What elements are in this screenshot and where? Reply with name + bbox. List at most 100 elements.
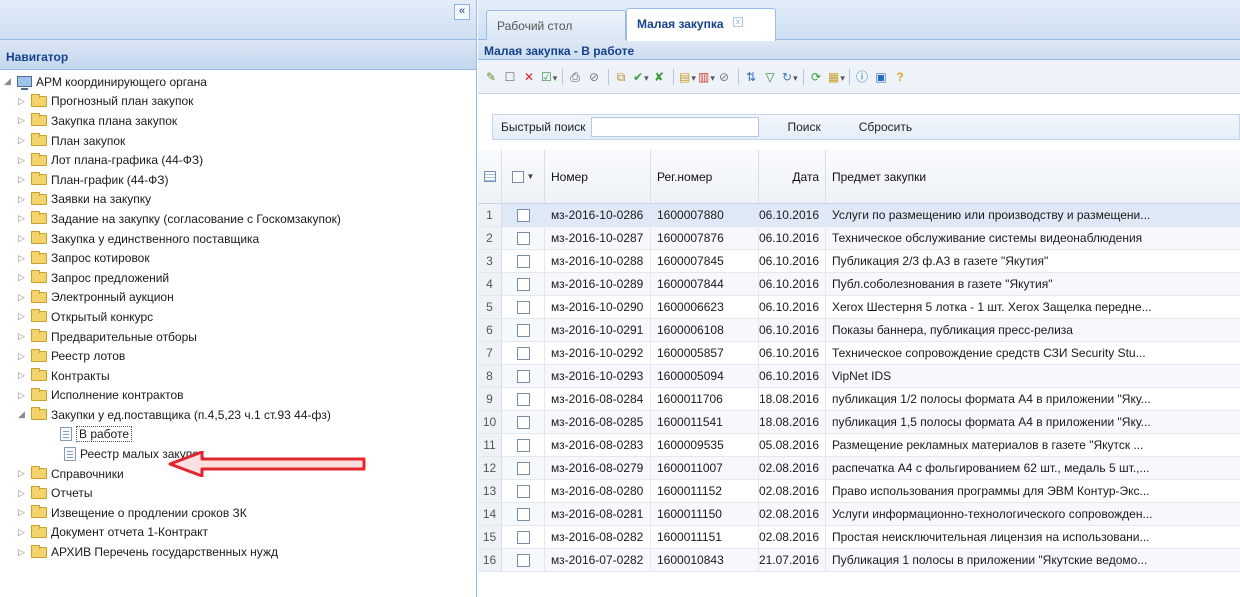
- table-row[interactable]: 10 мз-2016-08-0285 1600011541 18.08.2016 пуб…: [478, 411, 1240, 434]
- row-checkbox[interactable]: [516, 208, 530, 222]
- quick-search-input[interactable]: [591, 117, 760, 137]
- table-row[interactable]: 15 мз-2016-08-0282 1600011151 02.08.2016 Про…: [478, 526, 1240, 549]
- tree-item[interactable]: ▷ Исполнение контрактов: [0, 386, 476, 406]
- filter-icon[interactable]: ▽: [763, 70, 777, 84]
- row-checkbox-cell[interactable]: [502, 204, 545, 226]
- edit-icon[interactable]: ✎: [484, 70, 498, 84]
- row-checkbox[interactable]: [516, 415, 530, 429]
- collapse-navigator-button[interactable]: «: [454, 4, 470, 20]
- uncheck-icon[interactable]: ✘: [652, 70, 666, 84]
- row-checkbox[interactable]: [516, 438, 530, 452]
- collapsed-arrow-icon[interactable]: ▷: [18, 468, 28, 479]
- tree-item[interactable]: ▷ Контракты: [0, 366, 476, 386]
- document-export-icon[interactable]: ▤: [679, 70, 693, 84]
- row-checkbox-cell[interactable]: [502, 411, 545, 433]
- row-checkbox[interactable]: [516, 346, 530, 360]
- column-header-subject[interactable]: Предмет закупки: [826, 150, 1240, 203]
- attach-file-icon[interactable]: ⊘: [717, 70, 731, 84]
- table-row[interactable]: 5 мз-2016-10-0290 1600006623 06.10.2016 Xero…: [478, 296, 1240, 319]
- sort-icon[interactable]: ⇅: [744, 70, 758, 84]
- collapsed-arrow-icon[interactable]: ▷: [18, 488, 28, 499]
- table-row[interactable]: 4 мз-2016-10-0289 1600007844 06.10.2016 Публ…: [478, 273, 1240, 296]
- tab-desktop[interactable]: Рабочий стол: [486, 10, 626, 40]
- collapsed-arrow-icon[interactable]: ▷: [18, 115, 28, 126]
- search-button[interactable]: Поиск: [787, 120, 820, 134]
- tree-item[interactable]: ▷ Запрос предложений: [0, 268, 476, 288]
- tree-item[interactable]: ▷ План-график (44-ФЗ): [0, 170, 476, 190]
- table-row[interactable]: 9 мз-2016-08-0284 1600011706 18.08.2016 публ…: [478, 388, 1240, 411]
- column-header-reg-number[interactable]: Рег.номер: [651, 150, 759, 203]
- table-row[interactable]: 16 мз-2016-07-0282 1600010843 21.07.2016 Пуб…: [478, 549, 1240, 572]
- tree-item[interactable]: ▷ Запрос котировок: [0, 248, 476, 268]
- tree-item[interactable]: ▷ Закупка плана закупок: [0, 111, 476, 131]
- row-checkbox[interactable]: [516, 231, 530, 245]
- row-checkbox-cell[interactable]: [502, 388, 545, 410]
- row-checkbox-cell[interactable]: [502, 296, 545, 318]
- table-row[interactable]: 3 мз-2016-10-0288 1600007845 06.10.2016 Публ…: [478, 250, 1240, 273]
- attach-icon[interactable]: ⊘: [587, 70, 601, 84]
- row-checkbox-cell[interactable]: [502, 503, 545, 525]
- tree-item[interactable]: ▷ План закупок: [0, 131, 476, 151]
- table-row[interactable]: 11 мз-2016-08-0283 1600009535 05.08.2016 Раз…: [478, 434, 1240, 457]
- row-checkbox-cell[interactable]: [502, 434, 545, 456]
- row-checkbox-cell[interactable]: [502, 480, 545, 502]
- row-checkbox-cell[interactable]: [502, 526, 545, 548]
- row-checkbox-cell[interactable]: [502, 342, 545, 364]
- refresh-menu-icon[interactable]: ↻: [782, 70, 796, 84]
- tree-item[interactable]: ▷ Извещение о продлении сроков ЗК: [0, 503, 476, 523]
- row-checkbox[interactable]: [516, 277, 530, 291]
- row-checkbox[interactable]: [516, 323, 530, 337]
- collapsed-arrow-icon[interactable]: ▷: [18, 331, 28, 342]
- checkbox[interactable]: [511, 170, 524, 183]
- document-report-icon[interactable]: ▥: [698, 70, 712, 84]
- collapsed-arrow-icon[interactable]: ▷: [18, 390, 28, 401]
- row-checkbox[interactable]: [516, 507, 530, 521]
- row-checkbox[interactable]: [516, 369, 530, 383]
- row-checkbox[interactable]: [516, 553, 530, 567]
- collapsed-arrow-icon[interactable]: ▷: [18, 272, 28, 283]
- tree-item-in-work[interactable]: В работе: [0, 425, 476, 445]
- collapsed-arrow-icon[interactable]: ▷: [18, 311, 28, 322]
- collapsed-arrow-icon[interactable]: ▷: [18, 527, 28, 538]
- tree-item[interactable]: ▷ Электронный аукцион: [0, 288, 476, 308]
- tree-item-expanded[interactable]: ◢ Закупки у ед.поставщика (п.4,5,23 ч.1 …: [0, 405, 476, 425]
- row-checkbox-cell[interactable]: [502, 250, 545, 272]
- column-settings-icon[interactable]: [478, 150, 502, 203]
- row-checkbox-cell[interactable]: [502, 365, 545, 387]
- row-checkbox-cell[interactable]: [502, 457, 545, 479]
- table-row[interactable]: 7 мз-2016-10-0292 1600005857 06.10.2016 Техн…: [478, 342, 1240, 365]
- collapsed-arrow-icon[interactable]: ▷: [18, 547, 28, 558]
- tree-root[interactable]: ◢ АРМ координирующего органа: [0, 72, 476, 92]
- row-checkbox-cell[interactable]: [502, 273, 545, 295]
- collapsed-arrow-icon[interactable]: ▷: [18, 96, 28, 107]
- collapsed-arrow-icon[interactable]: ▷: [18, 507, 28, 518]
- reset-button[interactable]: Сбросить: [859, 120, 912, 134]
- expanded-arrow-icon[interactable]: ◢: [18, 409, 28, 420]
- collapsed-arrow-icon[interactable]: ▷: [18, 194, 28, 205]
- tree-item[interactable]: ▷ Документ отчета 1-Контракт: [0, 523, 476, 543]
- column-header-number[interactable]: Номер: [545, 150, 651, 203]
- collapsed-arrow-icon[interactable]: ▷: [18, 155, 28, 166]
- tree-item[interactable]: ▷ Закупка у единственного поставщика: [0, 229, 476, 249]
- row-checkbox[interactable]: [516, 530, 530, 544]
- approve-icon[interactable]: ☑: [541, 70, 555, 84]
- table-settings-icon[interactable]: ▦: [828, 70, 842, 84]
- collapsed-arrow-icon[interactable]: ▷: [18, 351, 28, 362]
- row-checkbox[interactable]: [516, 461, 530, 475]
- tree-item[interactable]: ▷ Задание на закупку (согласование с Госк…: [0, 209, 476, 229]
- column-header-date[interactable]: Дата: [759, 150, 826, 203]
- tree-item[interactable]: ▷ Отчеты: [0, 483, 476, 503]
- tree-item[interactable]: ▷ АРХИВ Перечень государственных нужд: [0, 542, 476, 562]
- row-checkbox-cell[interactable]: [502, 227, 545, 249]
- collapsed-arrow-icon[interactable]: ▷: [18, 253, 28, 264]
- collapsed-arrow-icon[interactable]: ▷: [18, 292, 28, 303]
- tree-item[interactable]: ▷ Открытый конкурс: [0, 307, 476, 327]
- tree-item[interactable]: ▷ Предварительные отборы: [0, 327, 476, 347]
- help-icon[interactable]: ?: [893, 70, 907, 84]
- row-checkbox[interactable]: [516, 300, 530, 314]
- collapsed-arrow-icon[interactable]: ▷: [18, 370, 28, 381]
- print-icon[interactable]: ⎙: [568, 70, 582, 84]
- close-tab-icon[interactable]: x: [732, 17, 743, 27]
- table-row[interactable]: 1 мз-2016-10-0286 1600007880 06.10.2016 Услу…: [478, 204, 1240, 227]
- select-all-checkbox[interactable]: ▼: [502, 150, 545, 203]
